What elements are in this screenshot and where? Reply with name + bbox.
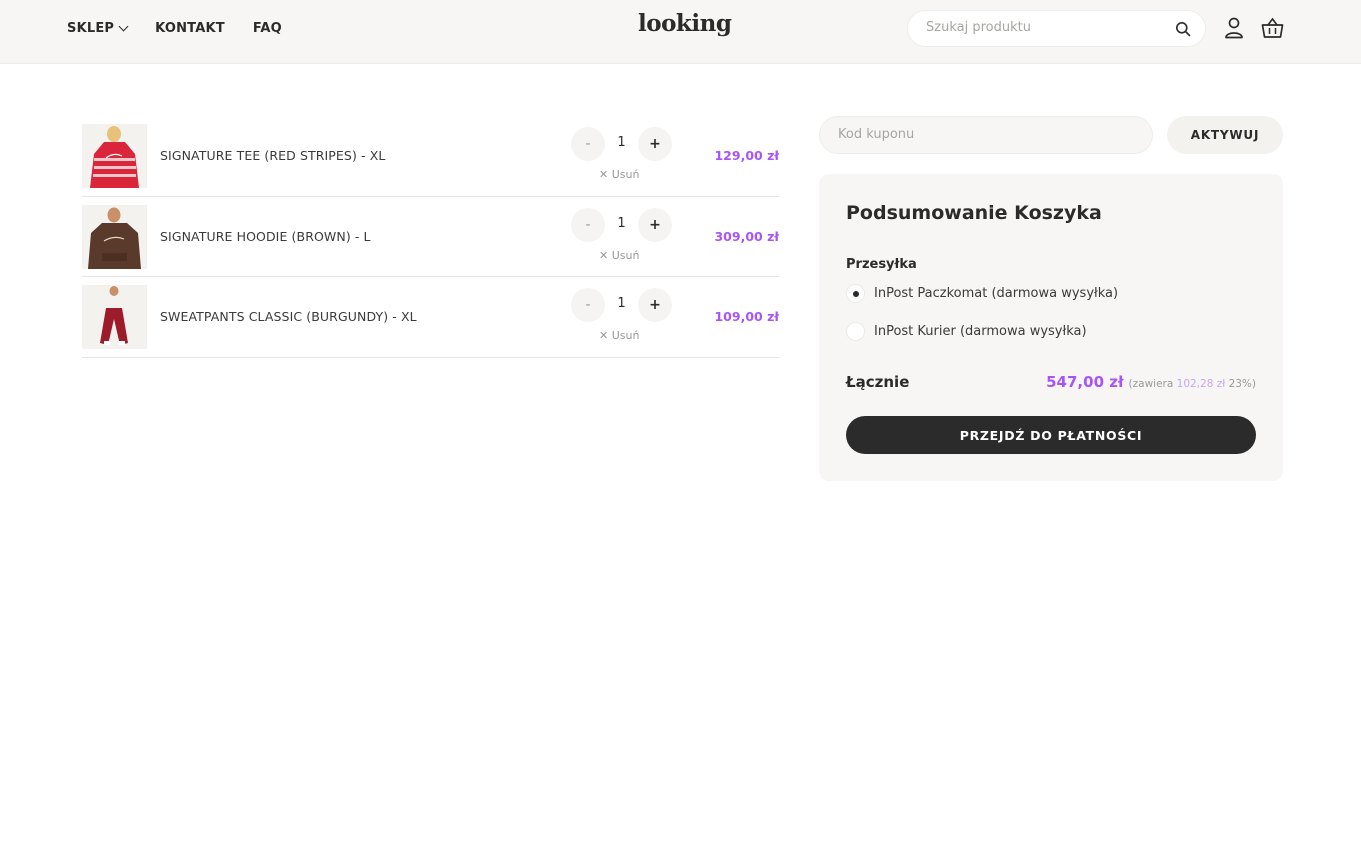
- shipping-label: Przesyłka: [846, 257, 917, 272]
- basket-icon[interactable]: [1261, 17, 1284, 39]
- close-icon: ✕: [599, 168, 609, 181]
- qty-value: 1: [617, 135, 626, 150]
- remove-item-button[interactable]: ✕ Usuń: [599, 168, 639, 181]
- total-value: 547,00 zł: [1046, 373, 1124, 391]
- site-header: SKLEP KONTAKT FAQ looking: [0, 0, 1361, 64]
- remove-label: Usuń: [611, 329, 640, 342]
- remove-item-button[interactable]: ✕ Usuń: [599, 249, 639, 262]
- checkout-button[interactable]: PRZEJDŹ DO PŁATNOŚCI: [846, 416, 1256, 454]
- quantity-stepper: - 1 +: [571, 127, 672, 162]
- summary-title: Podsumowanie Koszyka: [846, 202, 1102, 224]
- item-price: 129,00 zł: [714, 148, 779, 163]
- total-amount: 547,00 zł (zawiera 102,28 zł 23%): [1046, 373, 1256, 391]
- search-icon[interactable]: [1175, 21, 1191, 37]
- decrease-qty-button[interactable]: -: [571, 127, 605, 161]
- remove-label: Usuń: [611, 168, 640, 181]
- product-name[interactable]: SIGNATURE HOODIE (BROWN) - L: [160, 229, 371, 244]
- product-name[interactable]: SWEATPANTS CLASSIC (BURGUNDY) - XL: [160, 309, 417, 324]
- nav-faq-label: FAQ: [252, 20, 282, 36]
- user-icon[interactable]: [1224, 17, 1244, 39]
- total-label: Łącznie: [846, 373, 910, 391]
- item-price: 109,00 zł: [714, 309, 779, 324]
- shipping-option-paczkomat[interactable]: InPost Paczkomat (darmowa wysyłka): [846, 284, 1118, 303]
- cart-row: SIGNATURE TEE (RED STRIPES) - XL - 1 + ✕…: [82, 116, 779, 197]
- qty-value: 1: [617, 296, 626, 311]
- increase-qty-button[interactable]: +: [638, 127, 672, 161]
- increase-qty-button[interactable]: +: [638, 207, 672, 242]
- product-image[interactable]: [82, 124, 147, 188]
- main-nav: SKLEP KONTAKT FAQ: [67, 0, 282, 56]
- nav-contact[interactable]: KONTAKT: [155, 21, 225, 36]
- close-icon: ✕: [599, 329, 609, 342]
- cart-summary: Podsumowanie Koszyka Przesyłka InPost Pa…: [819, 174, 1283, 481]
- tax-suffix: 23%): [1228, 378, 1256, 390]
- radio-selected[interactable]: [846, 284, 865, 303]
- nav-faq[interactable]: FAQ: [253, 21, 282, 36]
- chevron-down-icon: [118, 21, 129, 31]
- nav-contact-label: KONTAKT: [155, 20, 225, 36]
- cart-row: SWEATPANTS CLASSIC (BURGUNDY) - XL - 1 +…: [82, 277, 779, 358]
- decrease-qty-button[interactable]: -: [571, 288, 605, 322]
- qty-value: 1: [617, 215, 626, 231]
- coupon-input[interactable]: [838, 127, 1128, 142]
- product-name[interactable]: SIGNATURE TEE (RED STRIPES) - XL: [160, 148, 385, 163]
- cart-row: SIGNATURE HOODIE (BROWN) - L - 1 + ✕ Usu…: [82, 197, 779, 277]
- remove-item-button[interactable]: ✕ Usuń: [599, 329, 639, 342]
- shipping-option-kurier[interactable]: InPost Kurier (darmowa wysyłka): [846, 322, 1087, 341]
- search-input[interactable]: [926, 20, 1166, 35]
- search-box: [907, 10, 1206, 47]
- shipping-option-label: InPost Kurier (darmowa wysyłka): [874, 324, 1087, 339]
- quantity-stepper: - 1 +: [571, 288, 672, 323]
- radio-unselected[interactable]: [846, 322, 865, 341]
- coupon-field: [819, 116, 1153, 154]
- tax-prefix: (zawiera: [1128, 378, 1174, 390]
- tax-info: (zawiera 102,28 zł 23%): [1129, 378, 1256, 390]
- product-image[interactable]: [82, 285, 147, 349]
- increase-qty-button[interactable]: +: [638, 288, 672, 322]
- item-price: 309,00 zł: [714, 228, 779, 244]
- quantity-stepper: - 1 +: [571, 207, 672, 243]
- close-icon: ✕: [599, 248, 609, 262]
- activate-coupon-button[interactable]: AKTYWUJ: [1167, 116, 1283, 154]
- cart-items: SIGNATURE TEE (RED STRIPES) - XL - 1 + ✕…: [82, 116, 779, 358]
- nav-shop-label: SKLEP: [67, 20, 115, 36]
- decrease-qty-button[interactable]: -: [571, 207, 605, 242]
- shipping-option-label: InPost Paczkomat (darmowa wysyłka): [874, 286, 1119, 301]
- nav-shop[interactable]: SKLEP: [67, 20, 129, 36]
- brand-logo[interactable]: looking: [638, 10, 732, 37]
- remove-label: Usuń: [611, 248, 640, 262]
- tax-value: 102,28 zł: [1176, 378, 1226, 390]
- product-image[interactable]: [82, 204, 147, 269]
